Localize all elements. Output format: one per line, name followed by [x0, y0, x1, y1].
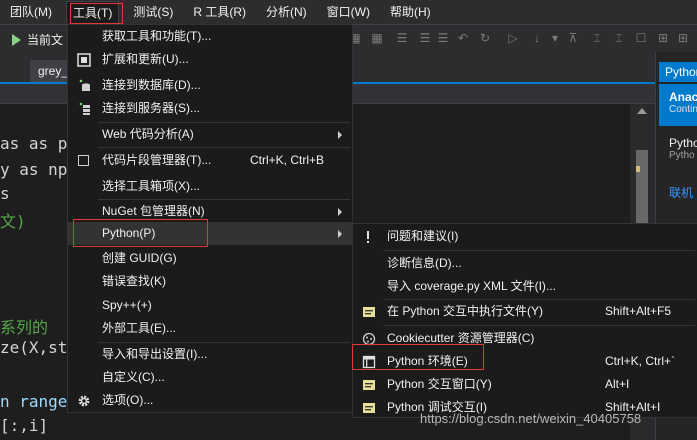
environment-title: Anaco — [669, 90, 697, 104]
menu-item-spy[interactable]: Spy++(+) — [68, 294, 352, 317]
run-icon[interactable]: ▷ — [506, 31, 520, 45]
menu-item-get-tools[interactable]: 获取工具和功能(T)... — [68, 25, 352, 48]
toolbar-icon-11[interactable]: ⊞ — [676, 31, 690, 45]
code-line: 文) — [0, 212, 26, 231]
submenu-arrow-icon — [338, 131, 342, 139]
python-item-feedback[interactable]: 问题和建议(I) — [353, 225, 697, 248]
menu-item-extensions[interactable]: 扩展和更新(U)... — [68, 48, 352, 71]
menu-bar: 团队(M) 工具(T) 测试(S) R 工具(R) 分析(N) 窗口(W) 帮助… — [0, 0, 697, 24]
code-line: [:,i] — [0, 416, 49, 435]
toolbar-icon-4[interactable]: ☰ — [418, 31, 432, 45]
toolbar-icon-10[interactable]: ⊞ — [656, 31, 670, 45]
toolbar-icon-8[interactable]: ⌶ — [612, 31, 626, 45]
python-item-environments[interactable]: Python 环境(E) Ctrl+K, Ctrl+` — [353, 350, 697, 373]
menu-item-options[interactable]: 选项(O)... — [68, 389, 352, 412]
interactive-window-icon — [363, 307, 375, 317]
toolbar-icon-9[interactable]: ☐ — [634, 31, 648, 45]
python-item-diagnostics[interactable]: 诊断信息(D)... — [353, 252, 697, 275]
start-label: 当前文 — [27, 33, 64, 47]
cookiecutter-icon — [362, 332, 376, 346]
play-icon — [12, 33, 21, 46]
code-line: s — [0, 184, 10, 203]
online-help-link[interactable]: 联机 — [669, 184, 693, 201]
menu-item-external-tools[interactable]: 外部工具(E)... — [68, 317, 352, 340]
tools-menu: 获取工具和功能(T)... 扩展和更新(U)... 连接到数据库(D)... 连… — [67, 24, 353, 413]
panel-tab-python[interactable]: Python — [659, 62, 697, 82]
menu-item-python[interactable]: Python(P) — [68, 222, 352, 245]
menu-item-error-lookup[interactable]: 错误查找(K) — [68, 270, 352, 293]
menu-item-nuget[interactable]: NuGet 包管理器(N) — [68, 200, 352, 223]
code-line: n range — [0, 392, 68, 411]
undo-icon[interactable]: ↶ — [456, 31, 470, 45]
environment-item[interactable]: Pytho — [669, 136, 697, 150]
step-icon[interactable]: ↓ — [530, 31, 544, 45]
scroll-marker — [636, 166, 640, 172]
menu-r-tools[interactable]: R 工具(R) — [187, 1, 252, 23]
code-line: ze(X,st — [0, 338, 68, 357]
toolbar-icon-7[interactable]: ⌶ — [590, 31, 604, 45]
python-item-cookiecutter[interactable]: Cookiecutter 资源管理器(C) — [353, 327, 697, 350]
submenu-arrow-icon — [338, 208, 342, 216]
python-item-interactive-window[interactable]: Python 交互窗口(Y) Alt+I — [353, 373, 697, 396]
python-item-import-coverage[interactable]: 导入 coverage.py XML 文件(I)... — [353, 275, 697, 298]
menu-item-web-code-analysis[interactable]: Web 代码分析(A) — [68, 123, 352, 146]
toolbar-icon-5[interactable]: ☰ — [436, 31, 450, 45]
server-icon — [79, 102, 90, 115]
toolbar-icon-2[interactable]: ▦ — [370, 31, 384, 45]
dropdown-icon[interactable]: ▾ — [548, 31, 562, 45]
start-button[interactable]: 当前文 — [12, 31, 63, 48]
python-submenu: 问题和建议(I) 诊断信息(D)... 导入 coverage.py XML 文… — [352, 223, 697, 418]
menu-item-customize[interactable]: 自定义(C)... — [68, 366, 352, 389]
menu-separator — [383, 250, 695, 251]
menu-team[interactable]: 团队(M) — [4, 1, 58, 23]
menu-separator — [98, 147, 350, 148]
extensions-icon — [77, 53, 91, 67]
watermark-url: https://blog.csdn.net/weixin_40405758 — [420, 411, 642, 426]
feedback-icon — [367, 231, 369, 243]
gear-icon — [78, 395, 90, 407]
debug-interactive-icon — [363, 403, 375, 413]
environments-icon — [362, 355, 376, 369]
code-line: 系列的 — [0, 318, 49, 337]
snippet-checkbox-icon — [78, 155, 89, 166]
submenu-arrow-icon — [338, 230, 342, 238]
code-line: y as np — [0, 160, 68, 179]
menu-item-import-export-settings[interactable]: 导入和导出设置(I)... — [68, 343, 352, 366]
menu-window[interactable]: 窗口(W) — [321, 1, 376, 23]
menu-item-snippets-manager[interactable]: 代码片段管理器(T)... Ctrl+K, Ctrl+B — [68, 149, 352, 172]
menu-item-create-guid[interactable]: 创建 GUID(G) — [68, 247, 352, 270]
interactive-window-icon — [363, 380, 375, 390]
environment-subtitle: Contin — [669, 104, 697, 115]
selected-environment-card[interactable]: Anaco Contin — [659, 84, 697, 126]
menu-item-connect-database[interactable]: 连接到数据库(D)... — [68, 74, 352, 97]
database-icon — [79, 79, 90, 91]
toolbar-icon-3[interactable]: ☰ — [395, 31, 409, 45]
menu-analyze[interactable]: 分析(N) — [260, 1, 313, 23]
python-item-execute-in-interactive[interactable]: 在 Python 交互中执行文件(Y) Shift+Alt+F5 — [353, 300, 697, 323]
code-line: as as p — [0, 134, 68, 153]
environment-item-sub: Pytho — [669, 150, 695, 161]
menu-item-connect-server[interactable]: 连接到服务器(S)... — [68, 97, 352, 120]
redo-icon[interactable]: ↻ — [478, 31, 492, 45]
menu-separator — [383, 325, 695, 326]
toolbar-icon-6[interactable]: ⊼ — [566, 31, 580, 45]
menu-test[interactable]: 测试(S) — [127, 1, 179, 23]
menu-item-choose-toolbox[interactable]: 选择工具箱项(X)... — [68, 175, 352, 198]
scroll-up-icon[interactable] — [637, 108, 647, 114]
menu-help[interactable]: 帮助(H) — [384, 1, 437, 23]
menu-tools[interactable]: 工具(T) — [66, 1, 120, 23]
